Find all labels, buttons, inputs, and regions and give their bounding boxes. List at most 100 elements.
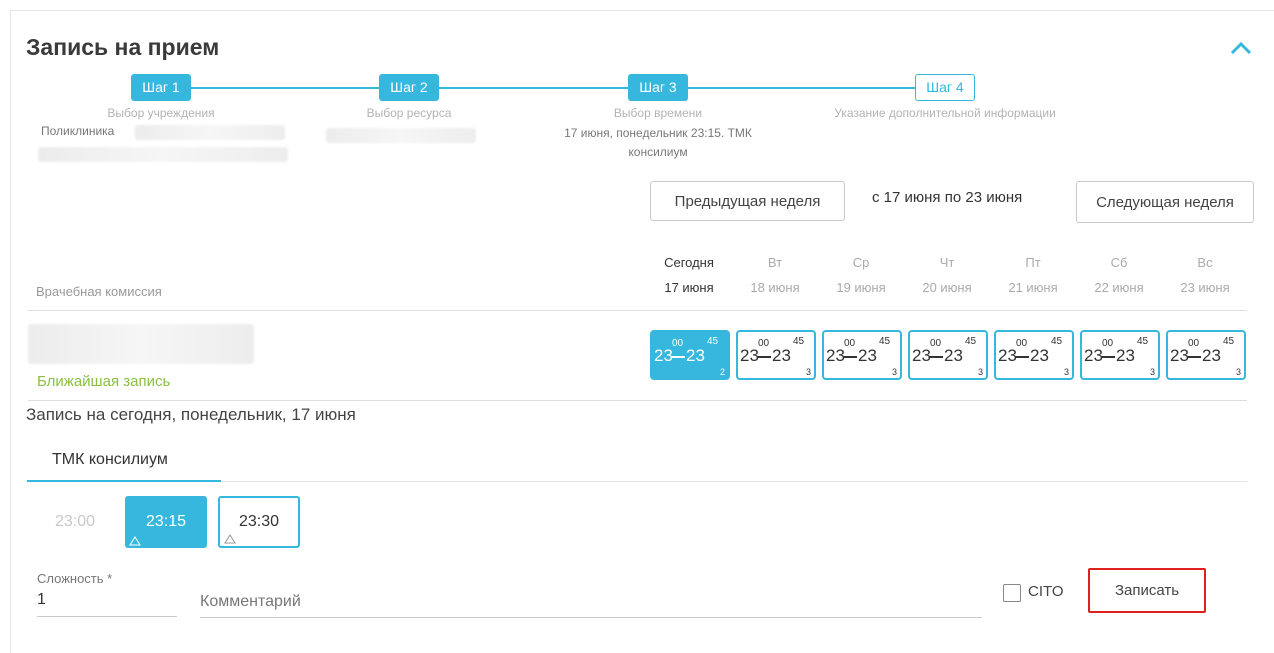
slot-count: 3: [805, 367, 811, 377]
redacted-doctor-name: [28, 324, 254, 364]
step-2-caption: Выбор ресурса: [366, 106, 452, 120]
day-name: Чт: [939, 255, 955, 270]
day-name: Вт: [767, 255, 783, 270]
step-4[interactable]: Шаг 4: [915, 74, 975, 101]
day-name: Ср: [852, 255, 870, 270]
day-date: 18 июня: [750, 280, 800, 295]
tab-tmk-consilium[interactable]: ТМК консилиум: [27, 440, 221, 482]
slot-from-minute: 00: [1016, 338, 1028, 349]
step-3[interactable]: Шаг 3: [628, 74, 688, 101]
slot-to-hour: 23: [772, 346, 791, 365]
slot-to-hour: 23: [1202, 346, 1221, 365]
time-label: 23:00: [54, 513, 96, 530]
day-date: 20 июня: [922, 280, 972, 295]
day-date: 19 июня: [836, 280, 886, 295]
slot-count: 3: [1149, 367, 1155, 377]
slot-from-minute: 00: [672, 338, 684, 349]
slot-dash: [1101, 356, 1115, 358]
slot-dash: [1187, 356, 1201, 358]
slot-to-minute: 45: [793, 336, 805, 347]
cito-label: CITO: [1028, 583, 1064, 600]
slot-to-hour: 23: [1030, 346, 1049, 365]
slot-dash: [671, 356, 685, 358]
redacted-resource: [326, 128, 476, 143]
chevron-up-icon[interactable]: [1228, 36, 1254, 58]
day-header-6: Вс 23 июня: [1166, 255, 1244, 295]
step-3-caption: Выбор времени: [613, 106, 703, 120]
slot-day-5[interactable]: 23 00 23 45 3: [994, 330, 1074, 380]
next-week-button[interactable]: Следующая неделя: [1076, 181, 1254, 223]
slot-to-hour: 23: [944, 346, 963, 365]
tab-divider: [221, 481, 1247, 482]
day-name: Сегодня: [664, 255, 714, 270]
slot-day-6[interactable]: 23 00 23 45 3: [1080, 330, 1160, 380]
day-date: 17 июня: [664, 280, 714, 295]
day-date: 22 июня: [1094, 280, 1144, 295]
today-appointment-heading: Запись на сегодня, понедельник, 17 июня: [26, 405, 356, 424]
slot-to-minute: 45: [879, 336, 891, 347]
day-header-5: Сб 22 июня: [1080, 255, 1158, 295]
redacted-clinic-name: [135, 125, 285, 140]
time-label: 23:30: [238, 513, 280, 530]
complexity-field[interactable]: 1: [37, 589, 177, 617]
time-slot-2300: 23:00: [35, 496, 115, 548]
row-divider: [28, 400, 1247, 401]
slot-to-hour: 23: [858, 346, 877, 365]
slot-count: 3: [1235, 367, 1241, 377]
slot-day-3[interactable]: 23 00 23 45 3: [822, 330, 902, 380]
warning-icon: [224, 534, 236, 544]
step-3-detail: 17 июня, понедельник 23:15. ТМК консилиу…: [564, 126, 752, 159]
slot-count: 3: [1063, 367, 1069, 377]
slot-dash: [843, 356, 857, 358]
slot-from-minute: 00: [1188, 338, 1200, 349]
header-divider: [28, 310, 1247, 311]
slot-day-7[interactable]: 23 00 23 45 3: [1166, 330, 1246, 380]
slot-from-minute: 00: [758, 338, 770, 349]
slot-to-minute: 45: [1223, 336, 1235, 347]
redacted-clinic-address: [38, 147, 288, 162]
week-range: с 17 июня по 23 июня: [872, 189, 1023, 206]
step-1[interactable]: Шаг 1: [131, 74, 191, 101]
slot-to-hour: 23: [1116, 346, 1135, 365]
slot-count: 2: [719, 367, 725, 377]
slot-dash: [929, 356, 943, 358]
slot-day-4[interactable]: 23 00 23 45 3: [908, 330, 988, 380]
slot-dash: [757, 356, 771, 358]
day-header-0: Сегодня 17 июня: [650, 255, 728, 295]
day-date: 21 июня: [1008, 280, 1058, 295]
slot-from-minute: 00: [1102, 338, 1114, 349]
cito-checkbox[interactable]: [1003, 584, 1021, 602]
day-name: Вс: [1197, 255, 1213, 270]
slot-from-minute: 00: [844, 338, 856, 349]
slot-today[interactable]: 23 00 23 45 2: [650, 330, 730, 380]
slot-count: 3: [977, 367, 983, 377]
comment-field[interactable]: Комментарий: [200, 590, 982, 618]
day-name: Пт: [1025, 255, 1041, 270]
submit-button[interactable]: Записать: [1088, 568, 1206, 613]
slot-count: 3: [891, 367, 897, 377]
page-title: Запись на прием: [26, 34, 220, 60]
slot-to-minute: 45: [707, 336, 719, 347]
stepper-line: [190, 87, 917, 89]
slot-dash: [1015, 356, 1029, 358]
slot-to-minute: 45: [1137, 336, 1149, 347]
day-header-1: Вт 18 июня: [736, 255, 814, 295]
resource-column-label: Врачебная комиссия: [36, 284, 162, 299]
step-1-caption: Выбор учреждения: [107, 106, 215, 120]
time-slot-2315[interactable]: 23:15: [125, 496, 207, 548]
slot-day-2[interactable]: 23 00 23 45 3: [736, 330, 816, 380]
nearest-appointment-label: Ближайшая запись: [37, 373, 171, 390]
time-label: 23:15: [145, 513, 187, 530]
step-1-detail: Поликлиника: [41, 124, 115, 138]
slot-to-hour: 23: [686, 346, 705, 365]
day-header-3: Чт 20 июня: [908, 255, 986, 295]
day-date: 23 июня: [1180, 280, 1230, 295]
slot-to-minute: 45: [1051, 336, 1063, 347]
time-slot-2330[interactable]: 23:30: [218, 496, 300, 548]
warning-icon: [129, 536, 141, 546]
step-4-caption: Указание дополнительной информации: [834, 106, 1056, 120]
slot-from-minute: 00: [930, 338, 942, 349]
prev-week-button[interactable]: Предыдущая неделя: [650, 181, 845, 221]
step-2[interactable]: Шаг 2: [379, 74, 439, 101]
complexity-label: Сложность *: [37, 571, 113, 586]
